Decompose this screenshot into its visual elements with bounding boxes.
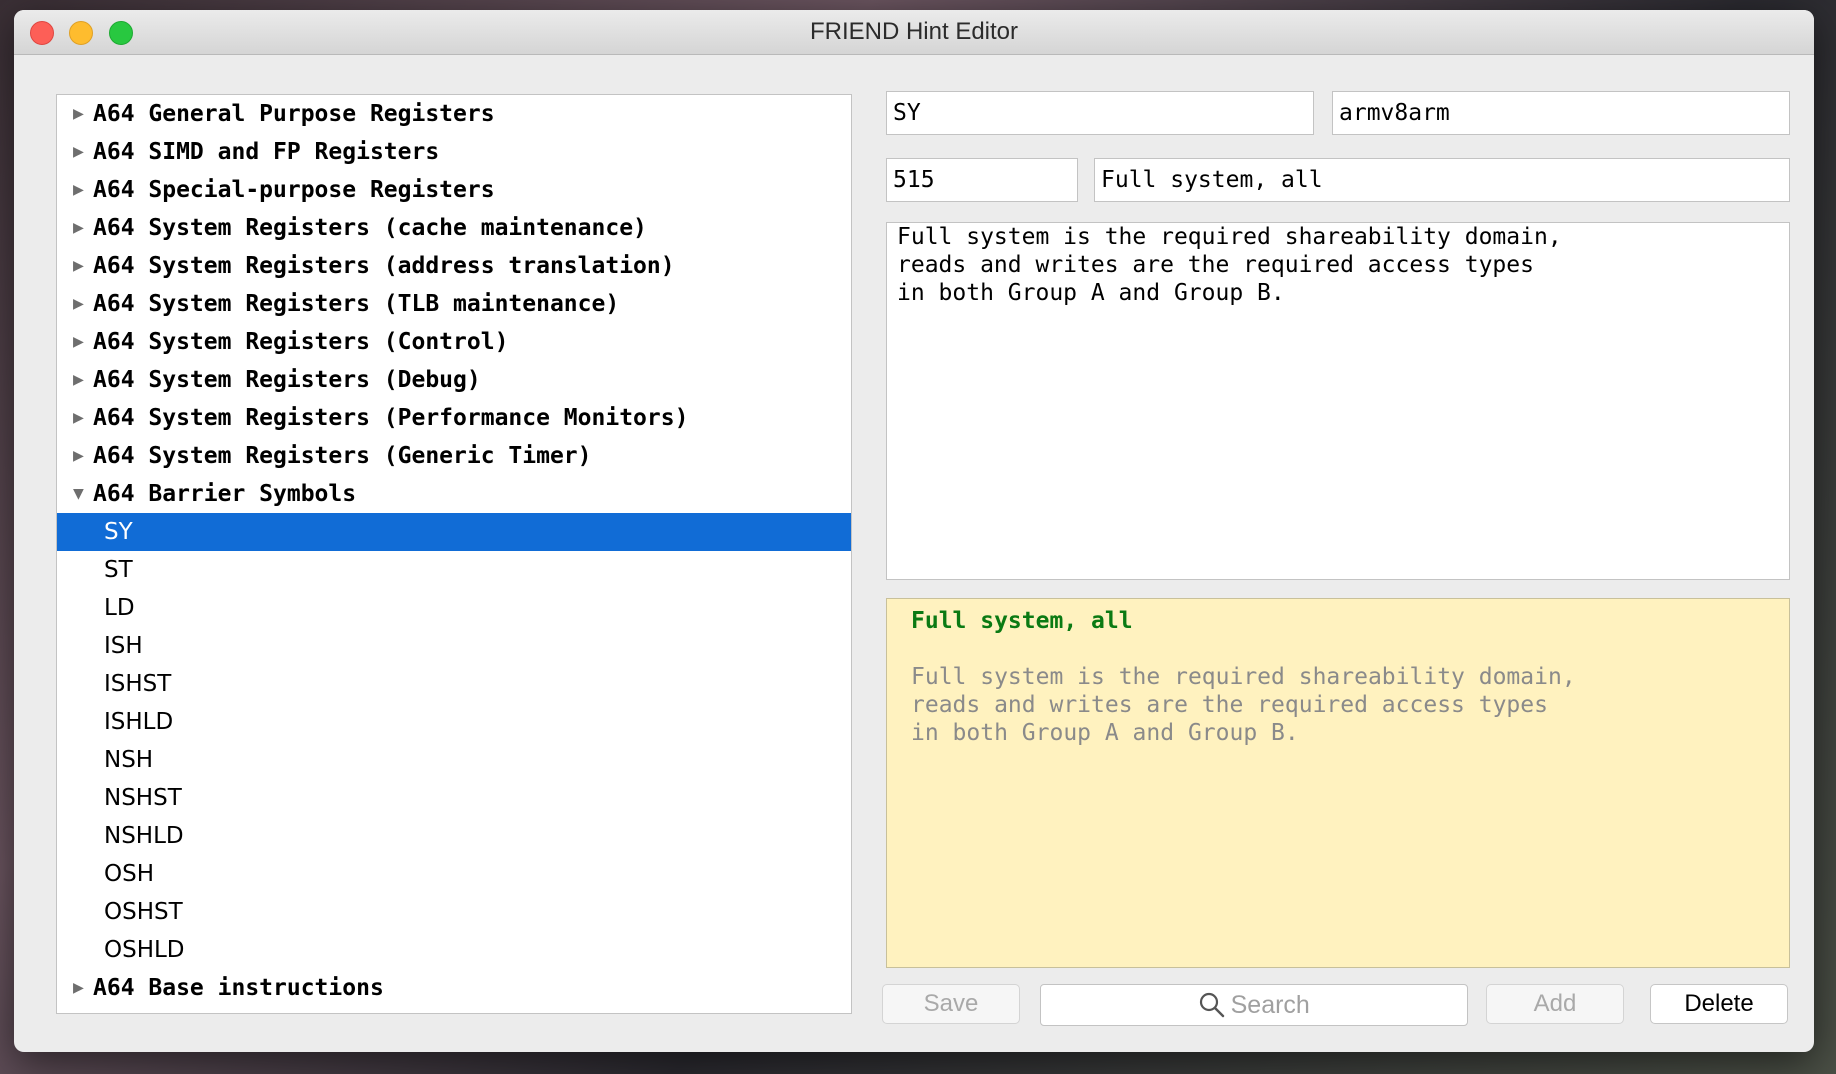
tree-item[interactable]: LD	[57, 589, 851, 627]
tree-item-label: A64 System Registers (Debug)	[93, 367, 481, 393]
tree-item[interactable]: NSHST	[57, 779, 851, 817]
triangle-right-icon[interactable]: ▶	[73, 323, 84, 361]
tree-item-label: A64 System Registers (TLB maintenance)	[93, 291, 620, 317]
tree-item-label: ISH	[104, 633, 143, 659]
triangle-right-icon[interactable]: ▶	[73, 247, 84, 285]
tree-item-label: ST	[104, 557, 133, 583]
tree-item-label: A64 General Purpose Registers	[93, 101, 495, 127]
magnifier-icon	[1200, 992, 1225, 1018]
tree-group-expanded[interactable]: ▼ A64 Barrier Symbols	[57, 475, 851, 513]
search-input[interactable]: Search	[1040, 984, 1468, 1026]
hint-tree[interactable]: ▶ A64 General Purpose Registers ▶ A64 SIMD …	[56, 94, 852, 1014]
tree-item-label: A64 Barrier Symbols	[93, 481, 357, 507]
search-placeholder: Search	[1230, 991, 1310, 1019]
tree-item[interactable]: ST	[57, 551, 851, 589]
preview-title: Full system, all	[911, 608, 1133, 634]
triangle-right-icon[interactable]: ▶	[73, 969, 84, 1007]
tree-group[interactable]: ▶ A64 System Registers (Performance Monit…	[57, 399, 851, 437]
triangle-right-icon[interactable]: ▶	[73, 361, 84, 399]
tree-item-label: A64 System Registers (Control)	[93, 329, 509, 355]
summary-field[interactable]	[1094, 158, 1790, 202]
tree-item[interactable]: OSHLD	[57, 931, 851, 969]
tree-item[interactable]: ISH	[57, 627, 851, 665]
tree-item-label: A64 System Registers (Performance Monito…	[93, 405, 689, 431]
tree-item-label: OSHST	[104, 899, 183, 925]
tree-group[interactable]: ▶ A64 System Registers (cache maintenance…	[57, 209, 851, 247]
tree-group[interactable]: ▶ A64 System Registers (Debug)	[57, 361, 851, 399]
name-field[interactable]	[886, 91, 1314, 135]
tree-item[interactable]: NSH	[57, 741, 851, 779]
tree-item-label: OSHLD	[104, 937, 185, 963]
save-button[interactable]: Save	[882, 984, 1020, 1024]
tree-item[interactable]: ISHST	[57, 665, 851, 703]
app-window: FRIEND Hint Editor ▶ A64 General Purpose …	[14, 10, 1814, 1052]
triangle-right-icon[interactable]: ▶	[73, 209, 84, 247]
triangle-right-icon[interactable]: ▶	[73, 133, 84, 171]
tree-item[interactable]: OSHST	[57, 893, 851, 931]
triangle-right-icon[interactable]: ▶	[73, 399, 84, 437]
tree-item-label: A64 Special-purpose Registers	[93, 177, 495, 203]
tree-item-label: A64 Base instructions	[93, 975, 384, 1001]
tree-group[interactable]: ▶ A64 Base instructions	[57, 969, 851, 1007]
tree-item-label: SY	[104, 519, 133, 545]
tree-group[interactable]: ▶ A64 System Registers (Control)	[57, 323, 851, 361]
tree-group[interactable]: ▶ A64 General Purpose Registers	[57, 95, 851, 133]
triangle-right-icon[interactable]: ▶	[73, 285, 84, 323]
tree-item-label: A64 System Registers (cache maintenance)	[93, 215, 647, 241]
tree-item-label: A64 System Registers (Generic Timer)	[93, 443, 592, 469]
title-bar[interactable]: FRIEND Hint Editor	[14, 10, 1814, 55]
tree-item[interactable]: OSH	[57, 855, 851, 893]
tree-item-label: NSH	[104, 747, 154, 773]
hint-preview: Full system, all Full system is the requ…	[886, 598, 1790, 968]
tree-item-label: NSHST	[104, 785, 182, 811]
tree-item-label: LD	[104, 595, 135, 621]
tree-group[interactable]: ▶ A64 Special-purpose Registers	[57, 171, 851, 209]
tree-group[interactable]: ▶ A64 System Registers (TLB maintenance)	[57, 285, 851, 323]
arch-field[interactable]	[1332, 91, 1790, 135]
tree-group[interactable]: ▶ A64 System Registers (address translati…	[57, 247, 851, 285]
tree-item-label: ISHST	[104, 671, 172, 697]
triangle-right-icon[interactable]: ▶	[73, 437, 84, 475]
tree-item-label: A64 SIMD and FP Registers	[93, 139, 440, 165]
tree-item-label: ISHLD	[104, 709, 174, 735]
tree-item[interactable]: ISHLD	[57, 703, 851, 741]
triangle-right-icon[interactable]: ▶	[73, 171, 84, 209]
window-title: FRIEND Hint Editor	[809, 18, 1019, 45]
tree-item-label: A64 System Registers (address translatio…	[93, 253, 675, 279]
tree-item[interactable]: NSHLD	[57, 817, 851, 855]
delete-button[interactable]: Delete	[1650, 984, 1788, 1024]
triangle-down-icon[interactable]: ▼	[73, 475, 84, 513]
tree-item-label: NSHLD	[104, 823, 184, 849]
preview-body: Full system is the required shareability…	[911, 664, 1576, 746]
value-field[interactable]	[886, 158, 1078, 202]
description-editor[interactable]: Full system is the required shareability…	[886, 222, 1790, 580]
tree-item[interactable]: SY	[57, 513, 851, 551]
triangle-right-icon[interactable]: ▶	[73, 95, 84, 133]
add-button[interactable]: Add	[1486, 984, 1624, 1024]
tree-group[interactable]: ▶ A64 System Registers (Generic Timer)	[57, 437, 851, 475]
tree-group[interactable]: ▶ A64 SIMD and FP Registers	[57, 133, 851, 171]
tree-item-label: OSH	[104, 861, 154, 887]
